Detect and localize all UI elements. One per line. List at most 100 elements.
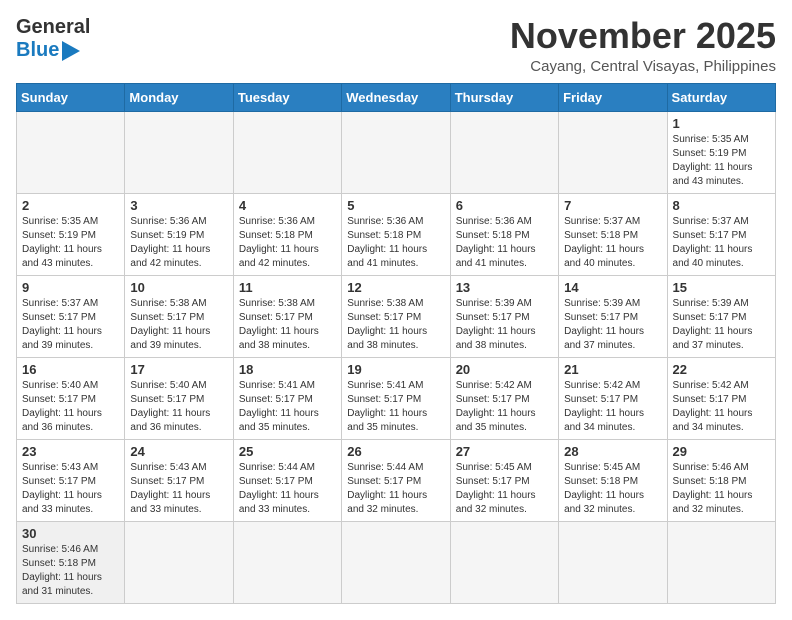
day-number: 26 [347, 444, 444, 459]
logo-arrow-icon [62, 41, 80, 61]
day-number: 25 [239, 444, 336, 459]
day-info: Sunrise: 5:39 AM Sunset: 5:17 PM Dayligh… [564, 297, 661, 353]
weekday-header-cell: Thursday [450, 83, 558, 111]
day-number: 20 [456, 362, 553, 377]
calendar-day-cell [233, 111, 341, 193]
header: General Blue November 2025 Cayang, Centr… [16, 16, 776, 75]
day-number: 5 [347, 198, 444, 213]
day-info: Sunrise: 5:45 AM Sunset: 5:17 PM Dayligh… [456, 461, 553, 517]
day-info: Sunrise: 5:40 AM Sunset: 5:17 PM Dayligh… [130, 379, 227, 435]
calendar-day-cell [559, 521, 667, 603]
calendar-day-cell [125, 111, 233, 193]
calendar-day-cell: 15Sunrise: 5:39 AM Sunset: 5:17 PM Dayli… [667, 275, 775, 357]
day-info: Sunrise: 5:43 AM Sunset: 5:17 PM Dayligh… [22, 461, 119, 517]
day-info: Sunrise: 5:36 AM Sunset: 5:18 PM Dayligh… [239, 215, 336, 271]
calendar-day-cell: 12 Sunrise: 5:38 AM Sunset: 5:17 PM Dayli… [342, 275, 450, 357]
day-info: Sunrise: 5:36 AM Sunset: 5:18 PM Dayligh… [347, 215, 444, 271]
day-info: Sunrise: 5:37 AM Sunset: 5:17 PM Dayligh… [673, 215, 770, 271]
calendar-week-row: 2Sunrise: 5:35 AM Sunset: 5:19 PM Daylig… [17, 193, 776, 275]
calendar-day-cell [450, 111, 558, 193]
day-info: Sunrise: 5:42 AM Sunset: 5:17 PM Dayligh… [564, 379, 661, 435]
logo: General Blue [16, 16, 90, 62]
calendar-day-cell: 5 Sunrise: 5:36 AM Sunset: 5:18 PM Daylig… [342, 193, 450, 275]
day-info: Sunrise: 5:39 AM Sunset: 5:17 PM Dayligh… [456, 297, 553, 353]
day-number: 13 [456, 280, 553, 295]
day-info: Sunrise: 5:36 AM Sunset: 5:19 PM Dayligh… [130, 215, 227, 271]
calendar-day-cell: 22 Sunrise: 5:42 AM Sunset: 5:17 PM Dayli… [667, 357, 775, 439]
calendar-day-cell: 2Sunrise: 5:35 AM Sunset: 5:19 PM Daylig… [17, 193, 125, 275]
day-info: Sunrise: 5:35 AM Sunset: 5:19 PM Dayligh… [673, 133, 770, 189]
day-info: Sunrise: 5:38 AM Sunset: 5:17 PM Dayligh… [239, 297, 336, 353]
weekday-header-cell: Tuesday [233, 83, 341, 111]
calendar-day-cell: 20 Sunrise: 5:42 AM Sunset: 5:17 PM Dayli… [450, 357, 558, 439]
day-number: 9 [22, 280, 119, 295]
calendar-day-cell [342, 521, 450, 603]
calendar-day-cell: 6 Sunrise: 5:36 AM Sunset: 5:18 PM Daylig… [450, 193, 558, 275]
weekday-header-cell: Wednesday [342, 83, 450, 111]
calendar-day-cell [233, 521, 341, 603]
day-number: 10 [130, 280, 227, 295]
day-info: Sunrise: 5:37 AM Sunset: 5:17 PM Dayligh… [22, 297, 119, 353]
day-number: 8 [673, 198, 770, 213]
calendar-day-cell: 7 Sunrise: 5:37 AM Sunset: 5:18 PM Daylig… [559, 193, 667, 275]
calendar-day-cell [667, 521, 775, 603]
logo-blue: Blue [16, 39, 59, 62]
day-info: Sunrise: 5:36 AM Sunset: 5:18 PM Dayligh… [456, 215, 553, 271]
calendar-day-cell: 16 Sunrise: 5:40 AM Sunset: 5:17 PM Dayli… [17, 357, 125, 439]
weekday-header-cell: Saturday [667, 83, 775, 111]
calendar-day-cell: 25 Sunrise: 5:44 AM Sunset: 5:17 PM Dayli… [233, 439, 341, 521]
day-number: 23 [22, 444, 119, 459]
day-info: Sunrise: 5:41 AM Sunset: 5:17 PM Dayligh… [347, 379, 444, 435]
day-info: Sunrise: 5:44 AM Sunset: 5:17 PM Dayligh… [347, 461, 444, 517]
day-number: 3 [130, 198, 227, 213]
day-number: 7 [564, 198, 661, 213]
day-info: Sunrise: 5:38 AM Sunset: 5:17 PM Dayligh… [130, 297, 227, 353]
day-number: 16 [22, 362, 119, 377]
calendar-week-row: 1 Sunrise: 5:35 AM Sunset: 5:19 PM Daylig… [17, 111, 776, 193]
calendar-table: SundayMondayTuesdayWednesdayThursdayFrid… [16, 83, 776, 604]
calendar-day-cell [342, 111, 450, 193]
day-number: 1 [673, 116, 770, 131]
day-number: 29 [673, 444, 770, 459]
calendar-day-cell: 29 Sunrise: 5:46 AM Sunset: 5:18 PM Dayli… [667, 439, 775, 521]
day-number: 30 [22, 526, 119, 541]
calendar-day-cell: 24Sunrise: 5:43 AM Sunset: 5:17 PM Dayli… [125, 439, 233, 521]
calendar-week-row: 16 Sunrise: 5:40 AM Sunset: 5:17 PM Dayli… [17, 357, 776, 439]
day-number: 12 [347, 280, 444, 295]
day-info: Sunrise: 5:42 AM Sunset: 5:17 PM Dayligh… [673, 379, 770, 435]
calendar-day-cell: 1 Sunrise: 5:35 AM Sunset: 5:19 PM Daylig… [667, 111, 775, 193]
calendar-day-cell: 10 Sunrise: 5:38 AM Sunset: 5:17 PM Dayli… [125, 275, 233, 357]
calendar-week-row: 30 Sunrise: 5:46 AM Sunset: 5:18 PM Dayli… [17, 521, 776, 603]
calendar-day-cell [559, 111, 667, 193]
day-info: Sunrise: 5:39 AM Sunset: 5:17 PM Dayligh… [673, 297, 770, 353]
calendar-body: 1 Sunrise: 5:35 AM Sunset: 5:19 PM Daylig… [17, 111, 776, 603]
day-number: 27 [456, 444, 553, 459]
weekday-header-cell: Monday [125, 83, 233, 111]
day-number: 21 [564, 362, 661, 377]
day-number: 4 [239, 198, 336, 213]
title-section: November 2025 Cayang, Central Visayas, P… [510, 16, 776, 75]
weekday-header-row: SundayMondayTuesdayWednesdayThursdayFrid… [17, 83, 776, 111]
weekday-header-cell: Sunday [17, 83, 125, 111]
calendar-day-cell: 30 Sunrise: 5:46 AM Sunset: 5:18 PM Dayli… [17, 521, 125, 603]
day-info: Sunrise: 5:46 AM Sunset: 5:18 PM Dayligh… [673, 461, 770, 517]
day-number: 11 [239, 280, 336, 295]
day-info: Sunrise: 5:44 AM Sunset: 5:17 PM Dayligh… [239, 461, 336, 517]
day-number: 22 [673, 362, 770, 377]
day-info: Sunrise: 5:38 AM Sunset: 5:17 PM Dayligh… [347, 297, 444, 353]
day-info: Sunrise: 5:42 AM Sunset: 5:17 PM Dayligh… [456, 379, 553, 435]
day-number: 18 [239, 362, 336, 377]
calendar-day-cell [450, 521, 558, 603]
calendar-day-cell [17, 111, 125, 193]
day-info: Sunrise: 5:46 AM Sunset: 5:18 PM Dayligh… [22, 543, 119, 599]
calendar-day-cell: 19Sunrise: 5:41 AM Sunset: 5:17 PM Dayli… [342, 357, 450, 439]
calendar-day-cell: 27 Sunrise: 5:45 AM Sunset: 5:17 PM Dayli… [450, 439, 558, 521]
calendar-week-row: 9 Sunrise: 5:37 AM Sunset: 5:17 PM Daylig… [17, 275, 776, 357]
calendar-day-cell: 18Sunrise: 5:41 AM Sunset: 5:17 PM Dayli… [233, 357, 341, 439]
calendar-day-cell: 17Sunrise: 5:40 AM Sunset: 5:17 PM Dayli… [125, 357, 233, 439]
day-info: Sunrise: 5:40 AM Sunset: 5:17 PM Dayligh… [22, 379, 119, 435]
calendar-day-cell: 8 Sunrise: 5:37 AM Sunset: 5:17 PM Daylig… [667, 193, 775, 275]
weekday-header-cell: Friday [559, 83, 667, 111]
day-info: Sunrise: 5:37 AM Sunset: 5:18 PM Dayligh… [564, 215, 661, 271]
day-number: 6 [456, 198, 553, 213]
